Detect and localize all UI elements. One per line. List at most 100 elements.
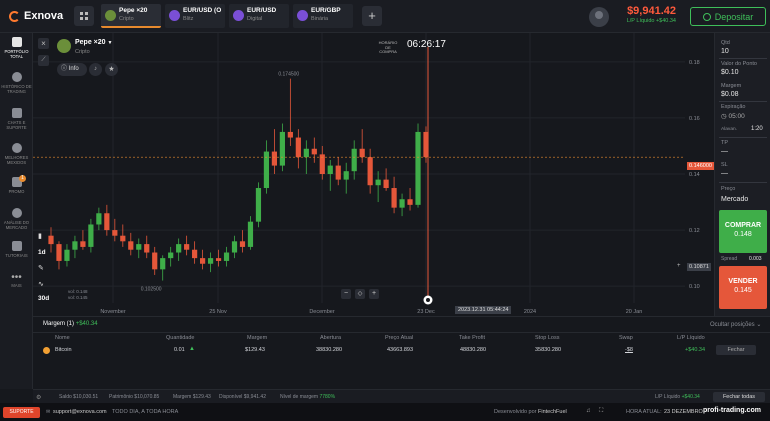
- balance-pl: L/P Líquido +$40.34: [626, 18, 676, 24]
- balance-value: $9,941.42: [627, 5, 676, 17]
- position-tp[interactable]: 48830.280: [460, 347, 486, 353]
- sell-button[interactable]: VENDER 0.145: [719, 266, 767, 309]
- account-balance[interactable]: $9,941.42 L/P Líquido +$40.34: [620, 5, 676, 24]
- hide-positions-button[interactable]: Ocultar posições ⌄: [710, 321, 761, 328]
- margin-value: $0.08: [721, 91, 739, 98]
- info-icon: ⓘ: [61, 66, 68, 72]
- brand-logo[interactable]: Exnova: [9, 10, 63, 22]
- pencil-icon[interactable]: ✎: [38, 264, 44, 272]
- account-status-bar: ⚙ Saldo $10,030.51 Patrimônio $10,070.85…: [33, 389, 770, 403]
- sidebar-item-portfolio[interactable]: PORTFÓLIO TOTAL: [0, 37, 33, 59]
- col-header: Nome: [55, 335, 70, 341]
- timeframe-selector[interactable]: 1d: [38, 249, 46, 256]
- apps-grid-button[interactable]: [74, 6, 94, 26]
- indicator-icon[interactable]: ∿: [38, 280, 44, 288]
- candle-body: [391, 188, 397, 208]
- expiration-selector[interactable]: ◷ 05:00: [721, 112, 745, 120]
- exnova-logo-icon: [9, 10, 20, 22]
- candlestick-chart[interactable]: 0.18 0.16 0.14 0.12 0.10 November 25 Nov Decemb…: [33, 33, 714, 316]
- status-balance: Saldo $10,030.51: [59, 394, 99, 400]
- asset-selector[interactable]: Pepe ×20 ▼: [75, 39, 112, 46]
- close-icon[interactable]: ×: [38, 38, 49, 49]
- candle-body: [96, 213, 102, 225]
- sidebar-item-history[interactable]: HISTÓRICO DE TRADING: [0, 72, 33, 94]
- divider: [33, 332, 770, 333]
- chart-area[interactable]: 0.18 0.16 0.14 0.12 0.10 November 25 Nov Decemb…: [33, 33, 714, 316]
- expiration-value: 05:00: [728, 113, 745, 120]
- draw-tool-icon[interactable]: ⟋: [38, 55, 49, 66]
- sidebar-item-top-movers[interactable]: MELHORES MEXIDOS: [0, 143, 33, 165]
- watermark: profi-trading.com: [703, 407, 761, 414]
- support-email[interactable]: support@exnova.com: [53, 409, 107, 415]
- candle-body: [247, 221, 254, 247]
- deposit-button[interactable]: Depositar: [690, 7, 766, 26]
- tutorial-icon: [11, 241, 22, 251]
- col-header: Stop Loss: [535, 335, 560, 341]
- candle-body: [176, 244, 182, 253]
- bitcoin-icon: [43, 347, 50, 354]
- sidebar-item-promo[interactable]: 1 PROMO: [0, 175, 33, 194]
- fullscreen-icon[interactable]: ⛶: [599, 408, 603, 415]
- status-available: Disponível $9,941.42: [219, 394, 266, 400]
- positions-panel: Margem (1) +$40.34 Ocultar posições ⌄ No…: [33, 316, 770, 389]
- history-icon: [11, 72, 22, 82]
- bell-icon[interactable]: ♪: [89, 63, 102, 76]
- buy-button[interactable]: COMPRAR 0.148: [719, 210, 767, 253]
- sidebar-item-more[interactable]: ••• MAIS: [0, 273, 33, 289]
- margin-level-value: 7780%: [319, 394, 336, 400]
- position-pl: +$40.34: [685, 347, 706, 353]
- deposit-icon: [702, 12, 711, 21]
- sl-input[interactable]: —: [721, 170, 728, 177]
- positions-title-pl: +$40.34: [75, 321, 98, 327]
- promo-badge: 1: [19, 175, 26, 182]
- sound-icon[interactable]: ♫: [586, 408, 591, 414]
- status-pl-label: L/P Líquido: [655, 394, 681, 400]
- asset-tab-3[interactable]: EUR/GBP Binária: [293, 4, 353, 28]
- tp-input[interactable]: —: [721, 148, 728, 155]
- avatar[interactable]: [589, 7, 609, 27]
- col-header: Margem: [247, 335, 268, 341]
- asset-tab-0[interactable]: Pepe ×20 Cripto: [101, 4, 161, 28]
- position-sl[interactable]: 35830.280: [535, 347, 561, 353]
- positions-title[interactable]: Margem (1) +$40.34: [43, 321, 98, 327]
- sidebar-item-chats[interactable]: CHATS E SUPORTE: [0, 108, 33, 130]
- col-header: Abertura: [320, 335, 342, 341]
- qty-input[interactable]: 10: [721, 48, 729, 55]
- candle-type-icon[interactable]: ▮: [38, 232, 42, 240]
- asset-tab-label: EUR/USD: [247, 7, 277, 14]
- period-selector[interactable]: 30d: [38, 295, 49, 302]
- settings-icon[interactable]: ⚙: [36, 394, 41, 401]
- candle-body: [152, 252, 158, 270]
- price-type-selector[interactable]: Mercado: [721, 196, 748, 203]
- candle-body: [303, 148, 309, 158]
- add-alert-icon[interactable]: +: [677, 263, 681, 269]
- info-button[interactable]: ⓘ Info: [57, 63, 87, 76]
- deposit-label: Depositar: [714, 11, 754, 22]
- divider: [719, 58, 767, 59]
- asset-tab-1[interactable]: EUR/USD (O... Blitz: [165, 4, 225, 28]
- cursor-date-label: 2023.12.31 05:44:24: [455, 306, 512, 314]
- status-margin: Margem $129.43: [173, 394, 211, 400]
- candle-body: [88, 224, 94, 247]
- sidebar-item-market-analysis[interactable]: ANÁLISE DO MERCADO: [0, 208, 33, 230]
- reset-zoom-button[interactable]: ◇: [355, 289, 365, 299]
- asset-name: Pepe ×20: [75, 39, 106, 46]
- sidebar-item-label: TUTORIAIS: [5, 253, 28, 258]
- close-position-button[interactable]: Fechar: [716, 345, 756, 355]
- secondary-price-label: 0.10871: [687, 263, 711, 271]
- col-header: L/P Líquido: [677, 335, 705, 341]
- powered-by[interactable]: FintechFuel: [538, 409, 567, 415]
- top-bar: Exnova Pepe ×20 Cripto EUR/USD (O... Bli…: [0, 0, 770, 33]
- close-all-button[interactable]: Fechar todas: [713, 392, 765, 402]
- table-row[interactable]: Bitcoin 0.01 ▲ $129.43 38830.280 43663.8…: [33, 344, 770, 357]
- buy-label: COMPRAR: [724, 222, 762, 229]
- sidebar-item-tutorials[interactable]: TUTORIAIS: [0, 241, 33, 258]
- add-tab-button[interactable]: +: [362, 6, 382, 26]
- zoom-in-button[interactable]: +: [369, 289, 379, 299]
- support-button[interactable]: SUPORTE: [3, 407, 40, 418]
- leverage-value[interactable]: 1:20: [751, 126, 763, 132]
- candle-body: [311, 148, 317, 155]
- star-icon[interactable]: ★: [105, 63, 118, 76]
- zoom-out-button[interactable]: −: [341, 289, 351, 299]
- asset-tab-2[interactable]: EUR/USD Digital: [229, 4, 289, 28]
